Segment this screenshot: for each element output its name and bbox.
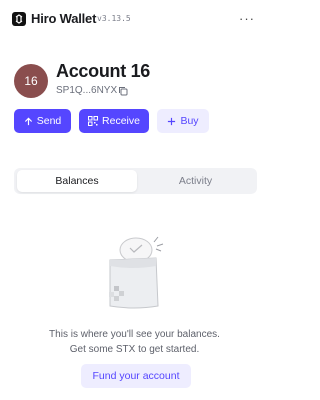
tab-activity[interactable]: Activity — [137, 170, 254, 192]
empty-wallet-illustration — [109, 236, 164, 309]
buy-button[interactable]: Buy — [157, 109, 209, 133]
header-bar: Hiro Wallet v3.13.5 ··· — [0, 0, 269, 36]
avatar-text: 16 — [24, 74, 38, 88]
more-menu-button[interactable]: ··· — [239, 11, 255, 26]
tab-balances[interactable]: Balances — [17, 170, 137, 192]
avatar: 16 — [14, 64, 48, 98]
account-address: SP1Q...6NYX — [56, 85, 118, 96]
empty-state-line1: This is where you'll see your balances. — [49, 329, 220, 340]
brand-title: Hiro Wallet — [31, 11, 97, 26]
hiro-logo-icon — [12, 12, 26, 26]
arrow-up-icon — [24, 117, 32, 125]
version-label: v3.13.5 — [97, 14, 131, 23]
copy-icon[interactable] — [118, 86, 128, 96]
receive-label: Receive — [102, 115, 140, 127]
account-name: Account 16 — [56, 61, 151, 81]
receive-button[interactable]: Receive — [79, 109, 149, 133]
fund-account-button[interactable]: Fund your account — [81, 364, 191, 388]
qr-code-icon — [88, 116, 99, 126]
send-label: Send — [36, 115, 62, 127]
buy-label: Buy — [180, 115, 199, 127]
balance-activity-tabs: Balances Activity — [14, 168, 257, 194]
empty-state-line2: Get some STX to get started. — [69, 344, 200, 355]
send-button[interactable]: Send — [14, 109, 71, 133]
plus-icon — [168, 117, 176, 125]
